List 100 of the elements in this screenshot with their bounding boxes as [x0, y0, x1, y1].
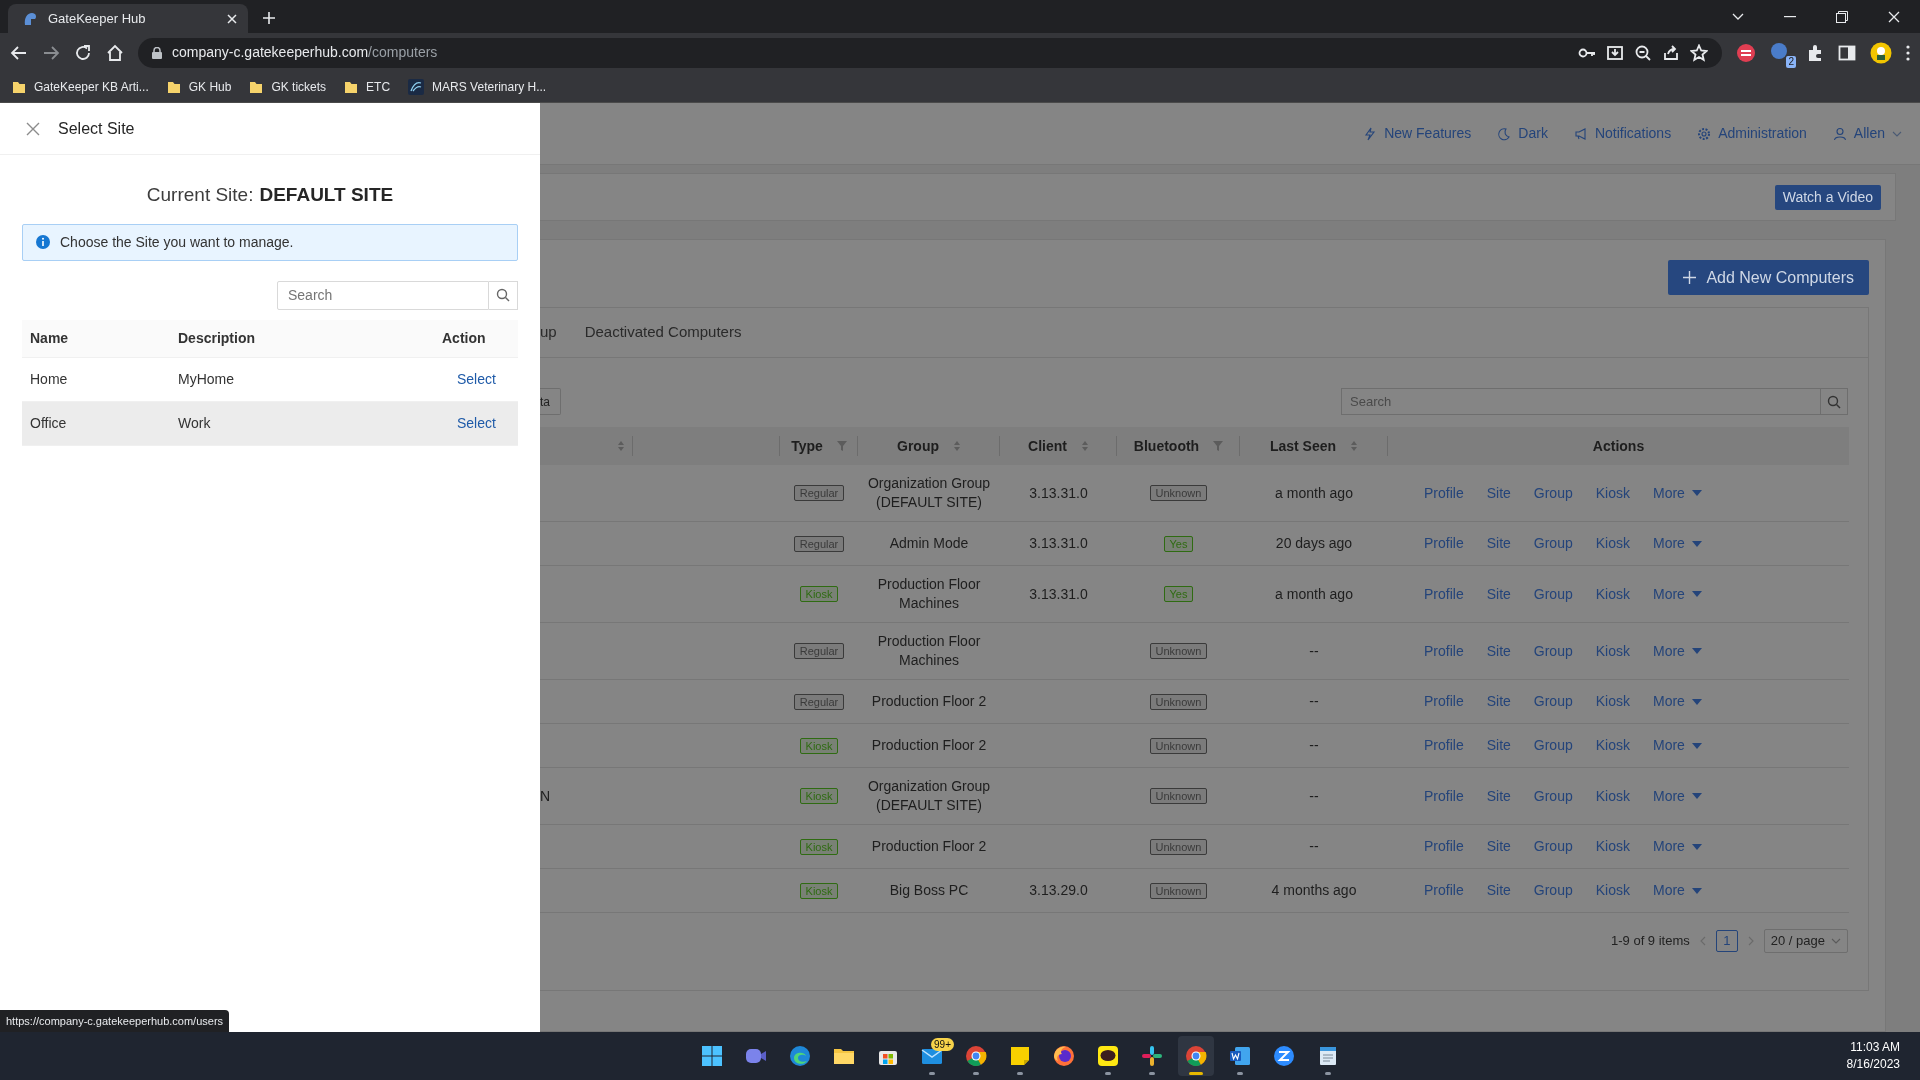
- back-arrow-icon[interactable]: [10, 43, 28, 62]
- chevron-down-icon[interactable]: [1732, 12, 1744, 21]
- tab[interactable]: Deactivated Computers: [584, 308, 742, 357]
- action-link[interactable]: Group: [1533, 837, 1573, 856]
- home-icon[interactable]: [106, 43, 124, 62]
- forward-arrow-icon[interactable]: [42, 43, 60, 62]
- action-link[interactable]: Site: [1486, 837, 1511, 856]
- nav-link[interactable]: Allen: [1832, 123, 1902, 144]
- action-link[interactable]: Group: [1533, 692, 1573, 711]
- action-link[interactable]: Site: [1486, 534, 1511, 553]
- table-row[interactable]: Office Work Select: [22, 401, 518, 446]
- nav-link[interactable]: Notifications: [1573, 123, 1672, 144]
- side-panel-icon[interactable]: [1838, 43, 1856, 62]
- nav-link[interactable]: Dark: [1497, 123, 1548, 144]
- chevron-down-icon: [1892, 130, 1902, 137]
- zoom-out-icon[interactable]: [1634, 43, 1652, 62]
- pagination-summary: 1-9 of 9 items: [1611, 932, 1690, 951]
- action-link[interactable]: Profile: [1424, 881, 1464, 900]
- share-icon[interactable]: [1662, 43, 1680, 62]
- type-tag: Kiosk: [799, 586, 839, 602]
- bookmark[interactable]: ETC: [344, 78, 391, 96]
- action-link[interactable]: Site: [1486, 692, 1511, 711]
- notification-badge: 99+: [931, 1038, 954, 1051]
- more-dropdown[interactable]: More: [1652, 837, 1702, 856]
- bluetooth-tag: Unknown: [1149, 882, 1208, 899]
- action-link[interactable]: Profile: [1424, 692, 1464, 711]
- table-cell: --: [1309, 737, 1319, 753]
- action-link[interactable]: Site: [1486, 641, 1511, 661]
- tab[interactable]: up: [540, 308, 557, 357]
- action-link[interactable]: Kiosk: [1595, 786, 1630, 806]
- action-link[interactable]: Group: [1533, 534, 1573, 553]
- action-link[interactable]: Group: [1533, 483, 1573, 503]
- star-icon[interactable]: [1690, 43, 1708, 62]
- action-link[interactable]: Site: [1486, 736, 1511, 755]
- add-computers-button[interactable]: Add New Computers: [1668, 260, 1869, 295]
- search-field[interactable]: Search: [1341, 388, 1821, 415]
- taskbar-app[interactable]: [1178, 1036, 1214, 1076]
- table-row[interactable]: Home MyHome Select: [22, 357, 518, 402]
- search-button[interactable]: [1821, 388, 1848, 415]
- restore-icon[interactable]: [1836, 10, 1848, 23]
- more-dropdown[interactable]: More: [1652, 881, 1702, 900]
- nav-link[interactable]: New Features: [1363, 123, 1472, 144]
- more-dropdown[interactable]: More: [1652, 534, 1702, 553]
- action-link[interactable]: Kiosk: [1595, 881, 1630, 900]
- browser-tab[interactable]: GateKeeper Hub: [8, 4, 248, 33]
- action-link[interactable]: Kiosk: [1595, 692, 1630, 711]
- select-link[interactable]: Select: [457, 415, 496, 431]
- bookmark[interactable]: GK tickets: [249, 78, 327, 96]
- plus-icon[interactable]: [262, 11, 276, 25]
- action-link[interactable]: Kiosk: [1595, 736, 1630, 755]
- extension-icon[interactable]: [1736, 42, 1756, 63]
- start-button: [700, 1044, 724, 1068]
- watch-video-button[interactable]: Watch a Video: [1774, 184, 1881, 210]
- avatar-icon[interactable]: [1870, 41, 1892, 64]
- page-button[interactable]: 1: [1715, 930, 1738, 952]
- download-icon[interactable]: [1606, 43, 1624, 62]
- action-link[interactable]: Group: [1533, 786, 1573, 806]
- action-link[interactable]: Group: [1533, 641, 1573, 661]
- bookmark[interactable]: GateKeeper KB Arti...: [12, 78, 149, 96]
- nav-link[interactable]: Administration: [1697, 123, 1807, 144]
- action-link[interactable]: Profile: [1424, 837, 1464, 856]
- more-dropdown[interactable]: More: [1652, 584, 1702, 604]
- more-dropdown[interactable]: More: [1652, 692, 1702, 711]
- action-link[interactable]: Group: [1533, 881, 1573, 900]
- bookmark[interactable]: GK Hub: [166, 78, 232, 96]
- select-link[interactable]: Select: [457, 371, 496, 387]
- action-link[interactable]: Kiosk: [1595, 837, 1630, 856]
- puzzle-icon[interactable]: [1806, 43, 1824, 62]
- action-link[interactable]: Site: [1486, 786, 1511, 806]
- action-link[interactable]: Profile: [1424, 786, 1464, 806]
- action-link[interactable]: Group: [1533, 584, 1573, 604]
- menu-icon[interactable]: [1906, 44, 1910, 61]
- action-link[interactable]: Site: [1486, 881, 1511, 900]
- action-link[interactable]: Profile: [1424, 534, 1464, 553]
- bookmark[interactable]: MARS Veterinary H...: [408, 78, 547, 96]
- minimize-icon[interactable]: [1784, 15, 1796, 18]
- more-dropdown[interactable]: More: [1652, 641, 1702, 661]
- toolbar-button[interactable]: ta: [540, 388, 561, 415]
- address-bar[interactable]: company-c.gatekeeperhub.com/computers: [138, 37, 1722, 68]
- folder-icon: [166, 80, 181, 94]
- more-dropdown[interactable]: More: [1652, 483, 1702, 503]
- bluetooth-tag: Yes: [1163, 535, 1194, 552]
- action-link[interactable]: Kiosk: [1595, 483, 1630, 503]
- column-header: Actions: [1592, 436, 1645, 456]
- action-link[interactable]: Site: [1486, 483, 1511, 503]
- action-link[interactable]: Kiosk: [1595, 641, 1630, 661]
- more-dropdown[interactable]: More: [1652, 736, 1702, 755]
- extension-badge: 2: [1786, 55, 1796, 68]
- action-link[interactable]: Kiosk: [1595, 584, 1630, 604]
- action-link[interactable]: Profile: [1424, 641, 1464, 661]
- action-link[interactable]: Profile: [1424, 736, 1464, 755]
- type-tag: Kiosk: [799, 737, 839, 754]
- more-dropdown[interactable]: More: [1652, 786, 1702, 806]
- action-link[interactable]: Group: [1533, 736, 1573, 755]
- action-link[interactable]: Kiosk: [1595, 534, 1630, 553]
- reload-icon[interactable]: [74, 43, 92, 62]
- page-size-select[interactable]: 20 / page: [1763, 929, 1848, 953]
- action-link[interactable]: Profile: [1424, 483, 1464, 503]
- action-link[interactable]: Profile: [1424, 584, 1464, 604]
- action-link[interactable]: Site: [1486, 584, 1511, 604]
